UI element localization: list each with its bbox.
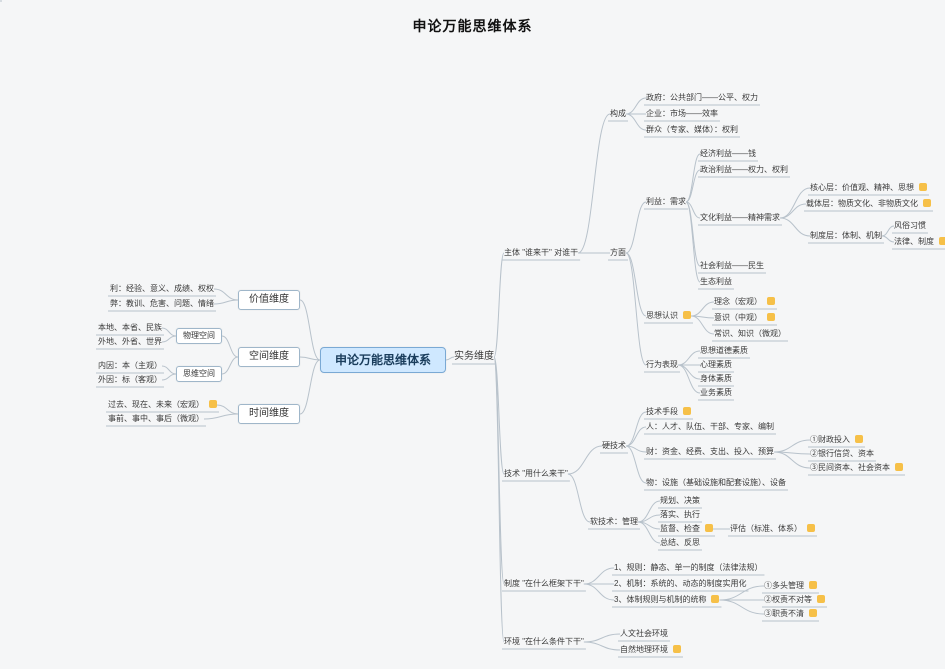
aspect-behavior: 行为表现 xyxy=(646,359,678,371)
dim-value: 价值维度 xyxy=(238,290,300,310)
tech-hard: 硬技术 xyxy=(602,440,626,452)
system: 制度 "在什么框架下干" xyxy=(504,578,584,590)
note-icon xyxy=(767,313,775,321)
behavior-b: 心理素质 xyxy=(700,359,732,371)
note-icon xyxy=(705,524,713,532)
env-b: 自然地理环境 xyxy=(620,644,681,656)
note-icon xyxy=(855,435,863,443)
interest-cul: 文化利益——精神需求 xyxy=(700,212,780,224)
cul-sys-a: 风俗习惯 xyxy=(894,220,926,232)
interest-pol: 政治利益——权力、权利 xyxy=(700,164,788,176)
space-mind: 思维空间 xyxy=(176,366,222,382)
compose-gov: 政府：公共部门——公平、权力 xyxy=(646,92,758,104)
money-a: ①财政投入 xyxy=(810,434,863,446)
value-li: 利：经验、意义、成绩、权权 xyxy=(110,283,214,295)
hard-man: 人：人才、队伍、干部、专家、编制 xyxy=(646,421,774,433)
note-icon xyxy=(683,311,691,319)
interest-soc: 社会利益——民生 xyxy=(700,260,764,272)
note-icon xyxy=(919,183,927,191)
time-1: 过去、现在、未来（宏观） xyxy=(108,399,217,411)
money-c: ③民间资本、社会资本 xyxy=(810,462,903,474)
subject: 主体 "谁来干" 对谁干 xyxy=(504,247,578,259)
note-icon xyxy=(209,400,217,408)
cul-carrier: 载体层：物质文化、非物质文化 xyxy=(806,198,931,210)
time-2: 事前、事中、事后（微观） xyxy=(108,413,204,425)
env: 环境 "在什么条件下干" xyxy=(504,636,584,648)
note-icon xyxy=(683,407,691,415)
space-phys-1: 本地、本省、民族 xyxy=(98,322,162,334)
soft-a: 规划、决策 xyxy=(660,495,700,507)
hard-money: 财：资金、经费、支出、投入、预算 xyxy=(646,446,774,458)
note-icon xyxy=(923,199,931,207)
hard-skill: 技术手段 xyxy=(646,406,691,418)
thought-b: 意识（中观） xyxy=(714,312,775,324)
aspect-interest: 利益：需求 xyxy=(646,196,686,208)
cul-core: 核心层：价值观、精神、思想 xyxy=(810,182,927,194)
tech-soft: 软技术：管理 xyxy=(590,516,638,528)
diagram-title: 申论万能思维体系 xyxy=(0,16,945,36)
system-c: 3、体制规则与机制的统称 xyxy=(614,594,719,606)
tech: 技术 "用什么来干" xyxy=(504,468,568,480)
space-phys-2: 外地、外省、世界 xyxy=(98,336,162,348)
behavior-c: 身体素质 xyxy=(700,373,732,385)
compose-mass: 群众（专家、媒体）：权利 xyxy=(646,124,738,136)
soft-b: 落实、执行 xyxy=(660,509,700,521)
interest-life: 生态利益 xyxy=(700,276,732,288)
soft-d: 总结、反思 xyxy=(660,537,700,549)
connectors-svg xyxy=(0,0,945,669)
hard-thing: 物：设施（基础设施和配套设施）、设备 xyxy=(646,477,786,489)
money-b: ②银行信贷、资本 xyxy=(810,448,874,460)
cul-sys-b: 法律、制度 xyxy=(894,236,945,248)
system-p2: ②权责不对等 xyxy=(764,594,825,606)
compose-ent: 企业：市场——效率 xyxy=(646,108,718,120)
env-a: 人文社会环境 xyxy=(620,628,668,640)
note-icon xyxy=(711,595,719,603)
behavior-a: 思想道德素质 xyxy=(700,345,748,357)
subject-aspect: 方面 xyxy=(610,247,626,259)
thought-c: 常识、知识（微观） xyxy=(714,328,786,340)
space-phys: 物理空间 xyxy=(176,328,222,344)
value-bi: 弊：教训、危害、问题、情绪 xyxy=(110,298,214,310)
note-icon xyxy=(817,595,825,603)
soft-c-ext: 评估（标准、体系） xyxy=(730,523,815,535)
behavior-d: 业务素质 xyxy=(700,387,732,399)
soft-c: 监督、检查 xyxy=(660,523,713,535)
thought-a: 理念（宏观） xyxy=(714,296,775,308)
interest-eco: 经济利益——钱 xyxy=(700,148,756,160)
dim-practice: 实务维度 xyxy=(454,351,494,363)
subject-compose: 构成 xyxy=(610,108,626,120)
system-p3: ③职责不清 xyxy=(764,608,817,620)
dim-time: 时间维度 xyxy=(238,404,300,424)
note-icon xyxy=(939,237,945,245)
aspect-thought: 思想认识 xyxy=(646,310,691,322)
note-icon xyxy=(895,463,903,471)
note-icon xyxy=(809,609,817,617)
system-a: 1、规则：静态、单一的制度（法律法规） xyxy=(614,562,762,574)
note-icon xyxy=(673,645,681,653)
cul-sys: 制度层：体制、机制 xyxy=(810,230,882,242)
center-node: 申论万能思维体系 xyxy=(320,347,446,373)
dim-space: 空间维度 xyxy=(238,347,300,367)
note-icon xyxy=(767,297,775,305)
note-icon xyxy=(807,524,815,532)
space-mind-1: 内因：本（主观） xyxy=(98,360,162,372)
system-p1: ①多头管理 xyxy=(764,580,817,592)
system-b: 2、机制：系统的、动态的制度实用化 xyxy=(614,578,746,590)
space-mind-2: 外因：标（客观） xyxy=(98,374,162,386)
note-icon xyxy=(809,581,817,589)
